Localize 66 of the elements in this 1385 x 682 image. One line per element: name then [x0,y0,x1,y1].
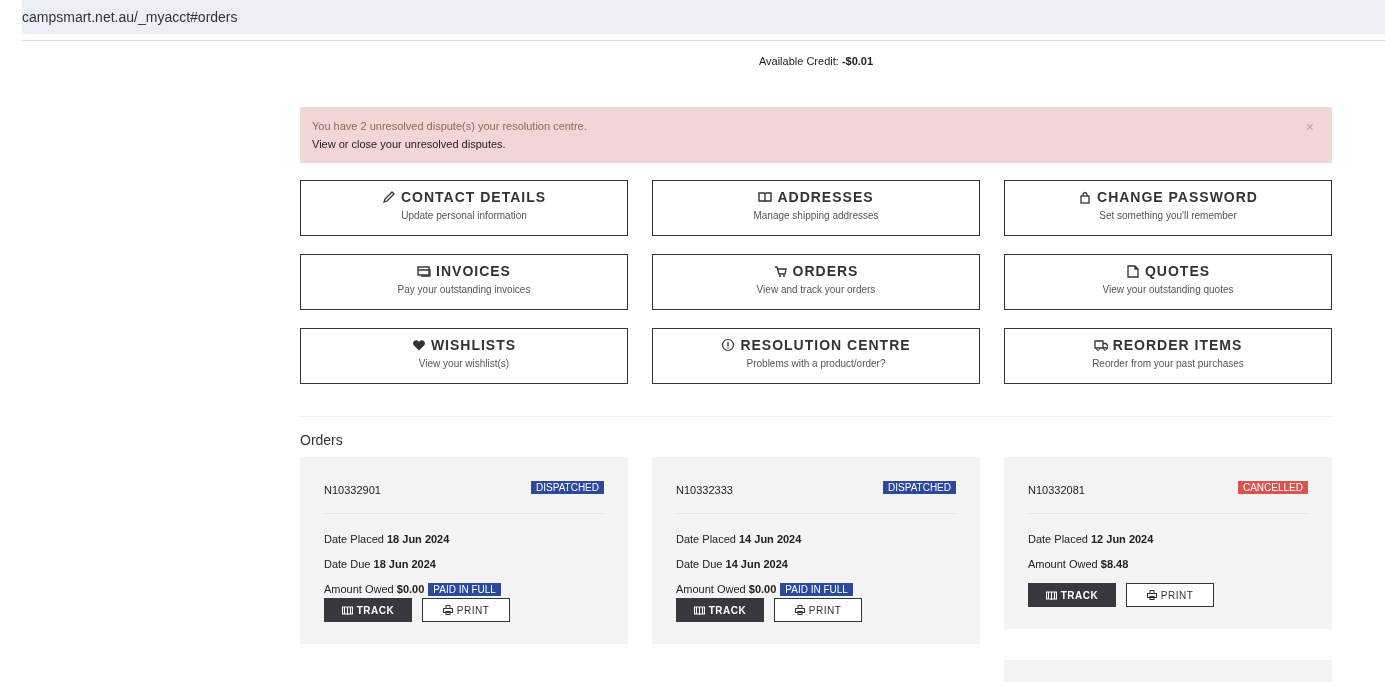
alert-message: You have 2 unresolved dispute(s) your resolution centre. [312,119,587,133]
status-tag: DISPATCHED [531,481,604,494]
track-button[interactable]: TRACK [676,598,764,622]
tile-title: CONTACT DETAILS [400,189,547,205]
order-number: N10332333 [676,484,733,496]
order-detail: Date Placed 18 Jun 2024 [324,533,450,545]
order-detail: Amount Owed $0.00 [324,583,425,595]
printer-icon [794,605,805,615]
info-icon [721,338,736,352]
order-detail: Date Due 18 Jun 2024 [324,558,436,570]
print-button[interactable]: PRINT [774,598,862,622]
account-tile[interactable]: REORDER ITEMS Reorder from your past purchases [1004,328,1332,384]
heart-icon [411,338,426,352]
lock-icon [1078,190,1092,204]
tile-title: INVOICES [436,263,511,279]
order-detail: Amount Owed $0.00 [676,583,777,595]
status-tag: CANCELLED [1237,481,1308,494]
account-tile[interactable]: CONTACT DETAILS Update personal information [300,180,628,236]
track-button[interactable]: TRACK [1028,583,1116,607]
account-tile[interactable]: ADDRESSES Manage shipping addresses [652,180,980,236]
payment-tag: PAID IN FULL [428,582,501,596]
account-tile[interactable]: CHANGE PASSWORD Set something you'll remember [1004,180,1332,236]
card-icon [417,264,432,278]
available-credit: Available Credit: -$0.01 [757,55,875,67]
account-tile[interactable]: WISHLISTS View your wishlist(s) [300,328,628,384]
tile-title: QUOTES [1144,263,1211,279]
tile-subtitle: Set something you'll remember [1099,210,1237,221]
address-bar[interactable]: campsmart.net.au/_myacct#orders [22,0,1385,34]
order-number: N10332901 [324,484,381,496]
tile-title: WISHLISTS [430,337,517,353]
track-button[interactable]: TRACK [324,598,412,622]
tile-title: CHANGE PASSWORD [1097,189,1258,205]
alert-link[interactable]: View or close your unresolved disputes. [312,137,587,151]
order-detail: Date Placed 12 Jun 2024 [1028,533,1154,545]
truck-icon [1093,338,1108,352]
section-heading: Orders [300,432,344,448]
status-tag: DISPATCHED [883,481,956,494]
print-button[interactable]: PRINT [1126,583,1214,607]
order-detail: Amount Owed $8.48 [1028,558,1129,570]
account-tile[interactable]: RESOLUTION CENTRE Problems with a product/order? [652,328,980,384]
order-number: N10332081 [1028,484,1085,496]
document-icon [1125,264,1140,278]
cart-icon [773,264,788,278]
tile-subtitle: Pay your outstanding invoices [397,284,531,295]
tile-subtitle: Problems with a product/order? [746,358,886,369]
tile-subtitle: View your outstanding quotes [1102,284,1234,295]
account-tile[interactable]: ORDERS View and track your orders [652,254,980,310]
tile-subtitle: View your wishlist(s) [418,358,510,369]
tile-subtitle: Manage shipping addresses [753,210,879,221]
print-button[interactable]: PRINT [422,598,510,622]
tile-title: REORDER ITEMS [1112,337,1243,353]
tile-title: RESOLUTION CENTRE [740,337,911,353]
tile-subtitle: View and track your orders [756,284,876,295]
order-detail: Date Due 14 Jun 2024 [676,558,788,570]
account-tile[interactable]: QUOTES View your outstanding quotes [1004,254,1332,310]
payment-tag: PAID IN FULL [780,582,853,596]
pencil-icon [381,190,396,204]
account-tile[interactable]: INVOICES Pay your outstanding invoices [300,254,628,310]
tile-title: ADDRESSES [777,189,874,205]
tile-subtitle: Update personal information [401,210,527,221]
tile-title: ORDERS [792,263,859,279]
tile-subtitle: Reorder from your past purchases [1092,358,1244,369]
order-detail: Date Placed 14 Jun 2024 [676,533,802,545]
url-text: campsmart.net.au/_myacct#orders [22,9,238,25]
printer-icon [1146,590,1157,600]
printer-icon [442,605,453,615]
